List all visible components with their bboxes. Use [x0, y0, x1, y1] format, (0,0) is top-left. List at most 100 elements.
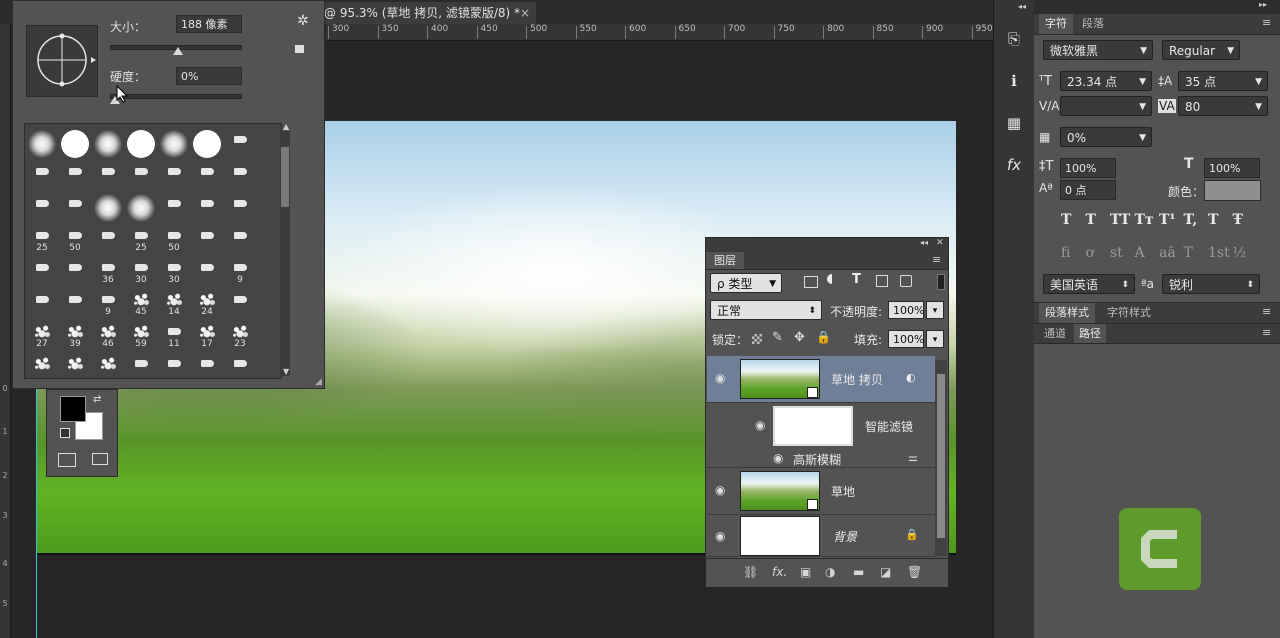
- visibility-eye-icon[interactable]: ◉: [715, 372, 729, 384]
- visibility-eye-icon[interactable]: ◉: [755, 419, 769, 431]
- quick-mask-icon[interactable]: [58, 453, 76, 467]
- brush-preset-small[interactable]: 9: [224, 255, 256, 287]
- brush-preset-small[interactable]: [191, 223, 223, 255]
- history-icon[interactable]: ⎘: [1003, 28, 1025, 50]
- screen-mode-icon[interactable]: [92, 453, 108, 465]
- brush-preset-small[interactable]: [26, 191, 58, 223]
- fill-chevron-icon[interactable]: ▾: [926, 330, 944, 348]
- visibility-eye-icon[interactable]: ◉: [773, 452, 787, 464]
- brush-preset-splat[interactable]: 45: [125, 287, 157, 319]
- brush-preset-small[interactable]: [125, 351, 157, 378]
- filter-shape-icon[interactable]: [876, 275, 888, 287]
- panel-menu-icon[interactable]: ≡: [1262, 305, 1271, 318]
- tab-layers[interactable]: 图层: [706, 252, 744, 269]
- new-layer-icon[interactable]: ◪: [880, 565, 891, 579]
- brush-preset-soft[interactable]: [92, 127, 124, 159]
- lock-all-icon[interactable]: 🔒: [816, 330, 831, 344]
- fill-field[interactable]: 100%: [888, 330, 924, 348]
- brush-preset-splat[interactable]: 27: [26, 319, 58, 351]
- filter-toggle-switch[interactable]: [937, 274, 945, 290]
- character-panel-header[interactable]: ▸▸: [1034, 0, 1280, 14]
- font-size-dropdown[interactable]: 23.34 点 ▼: [1060, 71, 1152, 91]
- leading-dropdown[interactable]: 35 点 ▼: [1178, 71, 1268, 91]
- horizontal-scale-field[interactable]: 100%: [1204, 158, 1260, 178]
- link-icon[interactable]: ⛓: [743, 565, 758, 579]
- folder-icon[interactable]: ▬: [853, 565, 864, 579]
- vertical-scale-field[interactable]: 100%: [1060, 158, 1116, 178]
- antialias-dropdown[interactable]: 锐利 ⬍: [1162, 274, 1260, 294]
- opentype-button[interactable]: ơ: [1086, 245, 1094, 261]
- scroll-down-icon[interactable]: ▼: [283, 367, 289, 376]
- scroll-up-icon[interactable]: ▲: [283, 122, 289, 131]
- language-dropdown[interactable]: 美国英语 ⬍: [1043, 274, 1135, 294]
- panel-menu-icon[interactable]: ≡: [1262, 16, 1271, 29]
- layer-name[interactable]: 草地: [831, 483, 855, 500]
- close-icon[interactable]: ×: [520, 2, 530, 24]
- collapse-icon[interactable]: ▸▸: [1259, 0, 1267, 9]
- opacity-field[interactable]: 100%: [888, 301, 924, 319]
- tab-channels[interactable]: 通道: [1039, 324, 1071, 343]
- brush-tip-preview[interactable]: [26, 25, 98, 97]
- brush-preset-small[interactable]: 9: [92, 287, 124, 319]
- visibility-eye-icon[interactable]: ◉: [715, 530, 729, 542]
- layer-row-gaussian-blur[interactable]: ◉ 高斯模糊 ⚌: [707, 449, 935, 468]
- font-family-dropdown[interactable]: 微软雅黑 ▼: [1043, 40, 1153, 60]
- horizontal-ruler[interactable]: 300 350 400 450 500 550 600 650 700 750 800 850 900 9…: [326, 24, 993, 41]
- type-style-button[interactable]: TT: [1110, 212, 1130, 228]
- filter-kind-dropdown[interactable]: ρ 类型 ▼: [710, 273, 782, 293]
- brush-preset-small[interactable]: [59, 191, 91, 223]
- brush-preset-soft[interactable]: [26, 127, 58, 159]
- close-icon[interactable]: ✕: [936, 238, 944, 248]
- vertical-ruler[interactable]: 0 1 2 3 4 5: [0, 24, 11, 638]
- document-tab[interactable]: @ 95.3% (草地 拷贝, 滤镜蒙版/8) * ×: [318, 2, 536, 24]
- fx-icon[interactable]: fx.: [772, 565, 787, 579]
- adjustment-icon[interactable]: ◑: [825, 565, 835, 579]
- brush-preset-splat[interactable]: 24: [191, 287, 223, 319]
- type-style-button[interactable]: T: [1208, 212, 1218, 228]
- brush-preset-splat[interactable]: 46: [92, 319, 124, 351]
- opentype-button[interactable]: 1st: [1208, 245, 1230, 261]
- gear-icon[interactable]: ✲: [297, 13, 309, 29]
- brush-preset-small[interactable]: [224, 351, 256, 378]
- brush-preset-small[interactable]: [191, 159, 223, 191]
- lock-position-icon[interactable]: ✥: [794, 330, 805, 345]
- brush-preset-small[interactable]: [158, 191, 190, 223]
- scrollbar-thumb[interactable]: [281, 147, 289, 207]
- smart-filters-label[interactable]: 智能滤镜: [865, 418, 913, 435]
- tab-paragraph-styles[interactable]: 段落样式: [1039, 303, 1095, 323]
- brush-preset-small[interactable]: 11: [158, 319, 190, 351]
- opentype-button[interactable]: ½: [1233, 245, 1247, 261]
- size-slider-knob[interactable]: [172, 47, 183, 55]
- type-style-button[interactable]: Ŧ: [1233, 212, 1243, 228]
- layer-name[interactable]: 草地 拷贝: [831, 371, 883, 388]
- brush-preset-small[interactable]: [125, 159, 157, 191]
- brush-preset-splat[interactable]: 39: [59, 319, 91, 351]
- fx-panel-icon[interactable]: fx: [1003, 154, 1025, 176]
- smart-filter-indicator-icon[interactable]: ◐: [906, 371, 916, 384]
- type-style-button[interactable]: T: [1061, 212, 1071, 228]
- tab-character[interactable]: 字符: [1039, 14, 1073, 34]
- swap-colors-icon[interactable]: ⇄: [93, 394, 101, 405]
- brush-preset-small[interactable]: 50: [158, 223, 190, 255]
- kerning-dropdown[interactable]: ▼: [1060, 96, 1152, 116]
- brush-preset-small[interactable]: [224, 287, 256, 319]
- brush-preset-small[interactable]: [224, 191, 256, 223]
- brush-preset-small[interactable]: [26, 287, 58, 319]
- tab-paragraph[interactable]: 段落: [1076, 14, 1110, 34]
- brush-preset-small[interactable]: [191, 255, 223, 287]
- brush-preset-small[interactable]: 30: [125, 255, 157, 287]
- layer-row-grass[interactable]: ◉ 草地: [707, 468, 935, 515]
- brush-preset-small[interactable]: 50: [59, 223, 91, 255]
- opacity-chevron-icon[interactable]: ▾: [926, 301, 944, 319]
- brush-preset-small[interactable]: [224, 223, 256, 255]
- new-preset-icon[interactable]: [295, 45, 304, 53]
- scrollbar-thumb[interactable]: [937, 374, 945, 538]
- tsume-dropdown[interactable]: 0% ▼: [1060, 127, 1152, 147]
- filter-type-icon[interactable]: T: [852, 272, 861, 287]
- font-style-dropdown[interactable]: Regular ▼: [1162, 40, 1240, 60]
- tracking-dropdown[interactable]: 80 ▼: [1178, 96, 1268, 116]
- brush-list-scrollbar[interactable]: [280, 131, 290, 376]
- tab-character-styles[interactable]: 字符样式: [1097, 303, 1161, 323]
- brush-preset-small[interactable]: [191, 351, 223, 378]
- trash-icon[interactable]: 🗑: [907, 565, 922, 579]
